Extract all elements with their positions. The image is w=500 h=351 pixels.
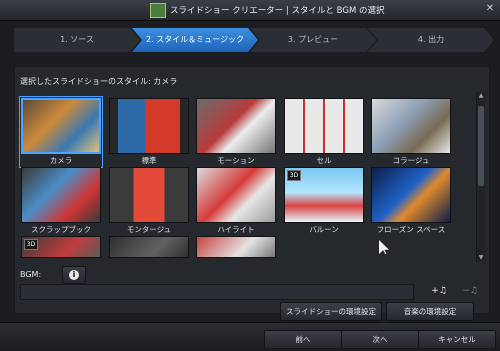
- style-thumbnail: [284, 98, 364, 154]
- back-button[interactable]: 前へ: [264, 330, 342, 349]
- info-button[interactable]: i: [62, 266, 86, 284]
- style-tile-motion[interactable]: モーション: [196, 98, 276, 166]
- style-tile-collage[interactable]: コラージュ: [371, 98, 451, 166]
- style-name: フローズン スペース: [376, 225, 446, 234]
- style-name: コラージュ: [392, 156, 430, 165]
- style-name: スクラップブック: [31, 225, 91, 234]
- style-thumbnail: [371, 98, 451, 154]
- cancel-button[interactable]: キャンセル: [418, 330, 496, 349]
- style-name: 標準: [141, 156, 157, 165]
- style-thumbnail: [109, 98, 189, 154]
- wizard-steps: 1. ソース 2. スタイル＆ミュージック 3. プレビュー 4. 出力: [14, 28, 486, 52]
- style-thumbnail: [196, 236, 276, 258]
- style-thumbnail: [21, 98, 101, 154]
- style-tile-row3-3[interactable]: [196, 236, 276, 258]
- step-output[interactable]: 4. 出力: [368, 28, 494, 52]
- style-thumbnail: [371, 167, 451, 223]
- scroll-up-icon[interactable]: ▲: [477, 92, 485, 100]
- style-name: モーション: [217, 156, 255, 165]
- window-title: スライドショー クリエーター | スタイルと BGM の選択: [170, 6, 385, 16]
- style-tile-standard[interactable]: 標準: [109, 98, 189, 166]
- style-scrollbar[interactable]: ▲ ▼: [476, 92, 485, 262]
- style-tile-scrapbook[interactable]: スクラップブック: [21, 167, 101, 235]
- add-music-button[interactable]: +♫: [424, 282, 454, 300]
- style-name: モンタージュ: [126, 225, 172, 234]
- style-thumbnail: [109, 167, 189, 223]
- style-tile-balloon[interactable]: 3D バルーン: [284, 167, 364, 235]
- info-icon: i: [69, 270, 79, 280]
- step-preview[interactable]: 3. プレビュー: [250, 28, 376, 52]
- style-name: セル: [316, 156, 332, 165]
- style-name: カメラ: [49, 156, 73, 165]
- close-icon[interactable]: ✕: [484, 3, 496, 15]
- step-style-music[interactable]: 2. スタイル＆ミュージック: [132, 28, 258, 52]
- scroll-down-icon[interactable]: ▼: [477, 254, 485, 262]
- style-tile-cell[interactable]: セル: [284, 98, 364, 166]
- selected-style-value: カメラ: [153, 77, 178, 86]
- next-button[interactable]: 次へ: [341, 330, 419, 349]
- style-thumbnail: [109, 236, 189, 258]
- app-icon: [150, 3, 166, 18]
- style-thumbnail: [196, 167, 276, 223]
- style-name: ハイライト: [217, 225, 255, 234]
- title-bar: スライドショー クリエーター | スタイルと BGM の選択 ✕: [0, 0, 500, 21]
- slideshow-settings-button[interactable]: スライドショーの環境設定: [280, 302, 382, 321]
- selected-style-caption: 選択したスライドショーのスタイル:: [20, 77, 151, 86]
- style-tile-row3-2[interactable]: [109, 236, 189, 258]
- style-tile-camera[interactable]: カメラ: [19, 96, 103, 168]
- bgm-field[interactable]: [20, 284, 414, 300]
- 3d-badge: 3D: [24, 239, 38, 250]
- style-tile-montage[interactable]: モンタージュ: [109, 167, 189, 235]
- selected-style-label: 選択したスライドショーのスタイル: カメラ: [20, 76, 177, 87]
- bgm-label: BGM:: [20, 270, 42, 279]
- style-name: バルーン: [309, 225, 339, 234]
- style-thumbnail: [21, 167, 101, 223]
- 3d-badge: 3D: [287, 170, 301, 181]
- style-thumbnail: [196, 98, 276, 154]
- scroll-thumb[interactable]: [478, 106, 484, 186]
- remove-music-button[interactable]: −♫: [458, 282, 482, 300]
- style-tile-highlight[interactable]: ハイライト: [196, 167, 276, 235]
- music-settings-button[interactable]: 音楽の環境設定: [386, 302, 474, 321]
- step-source[interactable]: 1. ソース: [14, 28, 140, 52]
- style-tile-frozen-space[interactable]: フローズン スペース: [371, 167, 451, 235]
- style-tile-row3-1[interactable]: 3D: [21, 236, 101, 258]
